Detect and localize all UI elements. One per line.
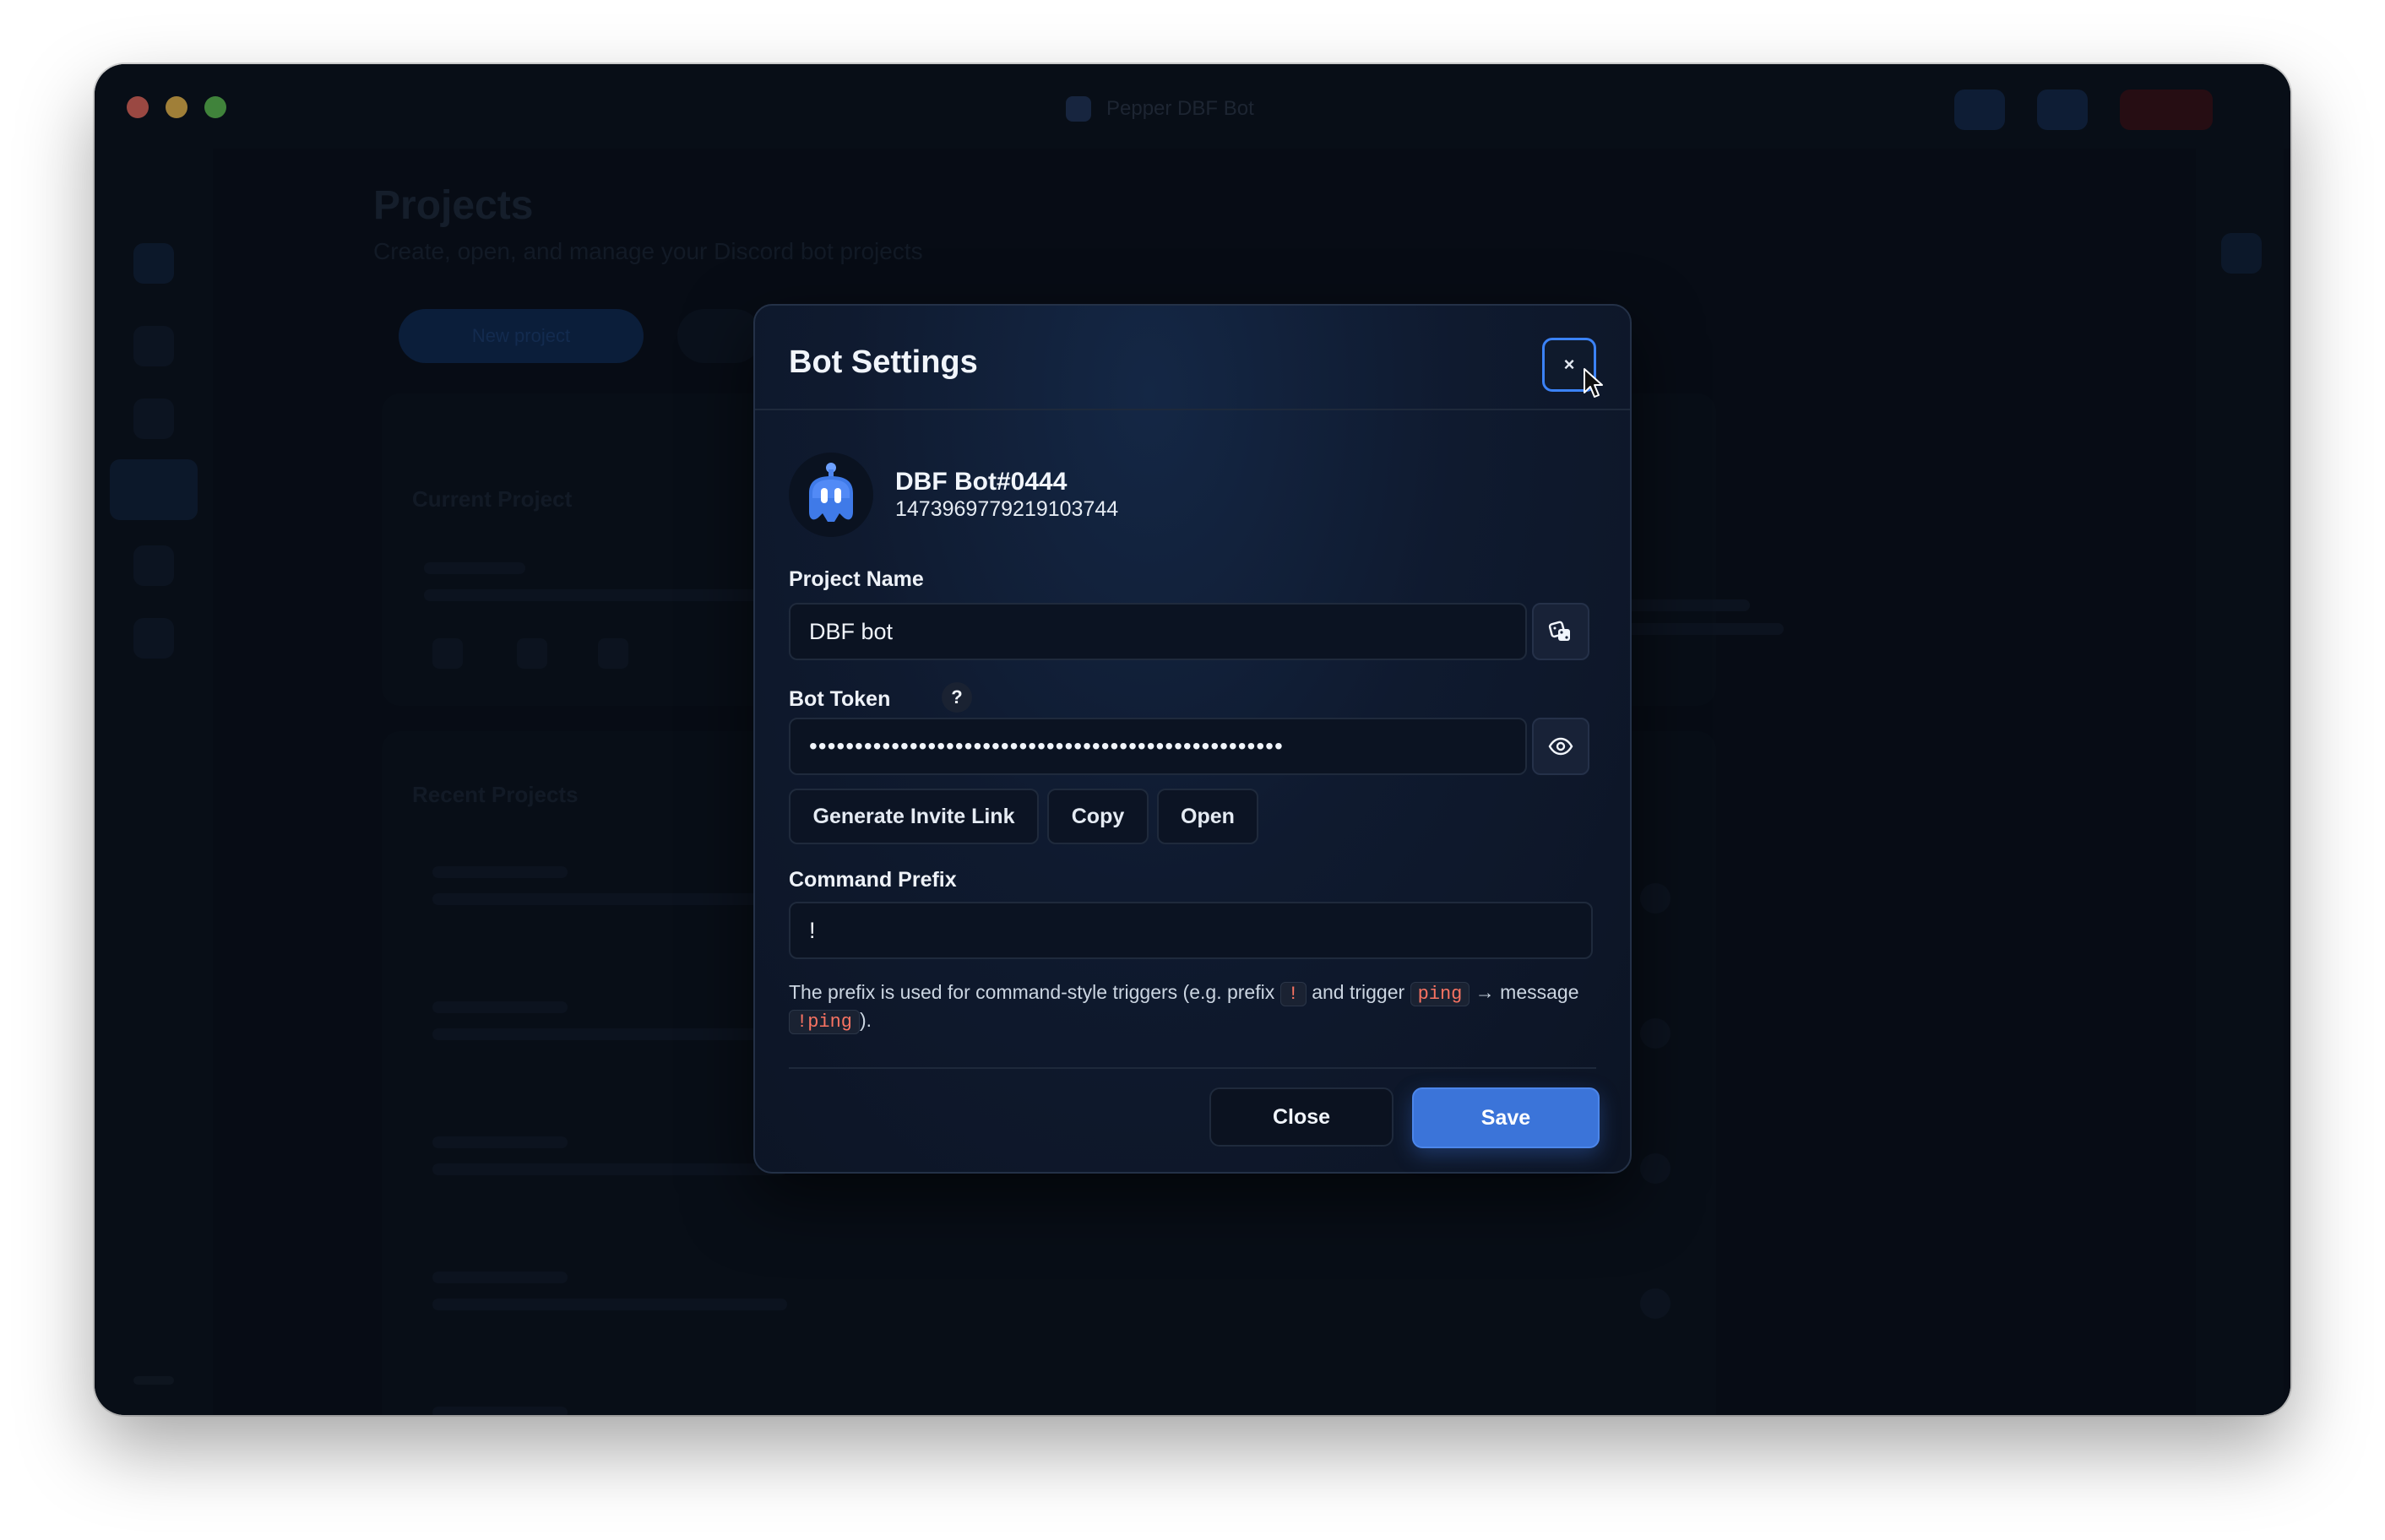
dialog-close-x-button[interactable]: ×: [1542, 338, 1603, 398]
robot-icon: [789, 453, 873, 537]
dialog-header: Bot Settings ×: [755, 306, 1630, 410]
bot-token-input[interactable]: ••••••••••••••••••••••••••••••••••••••••…: [789, 718, 1527, 775]
hint-code-trigger: ping: [1410, 982, 1470, 1006]
mouse-cursor-icon: [1584, 368, 1603, 398]
eye-icon: [1548, 737, 1573, 756]
open-invite-button[interactable]: Open: [1157, 789, 1258, 844]
bot-id: 1473969779219103744: [895, 497, 1119, 521]
hint-text: The prefix is used for command-style tri…: [789, 981, 1275, 1003]
dialog-title: Bot Settings: [789, 344, 978, 380]
bot-identity: DBF Bot#0444 1473969779219103744: [789, 453, 1118, 537]
command-prefix-value: !: [809, 917, 816, 943]
hint-code-prefix: !: [1279, 982, 1307, 1006]
help-icon[interactable]: ?: [942, 682, 972, 713]
close-button[interactable]: Close: [1209, 1087, 1394, 1147]
save-button[interactable]: Save: [1412, 1087, 1600, 1148]
generate-invite-link-button[interactable]: Generate Invite Link: [789, 789, 1039, 844]
randomize-name-button[interactable]: [1532, 603, 1589, 660]
bot-token-label: Bot Token ?: [789, 682, 972, 713]
footer-divider: [789, 1067, 1596, 1069]
bot-settings-dialog: Bot Settings × DBF Bot#0444 147396977921…: [753, 304, 1632, 1174]
hint-text: and trigger: [1312, 981, 1405, 1003]
command-prefix-label: Command Prefix: [789, 868, 957, 892]
hint-code-message: !ping: [789, 1010, 861, 1034]
command-prefix-input[interactable]: !: [789, 902, 1593, 959]
bot-name: DBF Bot#0444: [895, 468, 1068, 496]
bot-token-masked-value: ••••••••••••••••••••••••••••••••••••••••…: [809, 733, 1284, 759]
bot-token-label-text: Bot Token: [789, 687, 891, 711]
project-name-label: Project Name: [789, 567, 924, 591]
copy-invite-button[interactable]: Copy: [1047, 789, 1149, 844]
close-icon: ×: [1563, 354, 1575, 375]
hint-text: ).: [860, 1009, 872, 1031]
toggle-token-visibility-button[interactable]: [1532, 718, 1589, 775]
project-name-value: DBF bot: [809, 618, 894, 644]
bot-meta: DBF Bot#0444 1473969779219103744: [895, 468, 1118, 522]
prefix-hint-text: The prefix is used for command-style tri…: [789, 979, 1600, 1035]
dice-icon: [1548, 621, 1570, 641]
arrow-right-icon: →: [1475, 981, 1495, 1003]
hint-text: message: [1500, 981, 1579, 1003]
project-name-input[interactable]: DBF bot: [789, 603, 1527, 660]
